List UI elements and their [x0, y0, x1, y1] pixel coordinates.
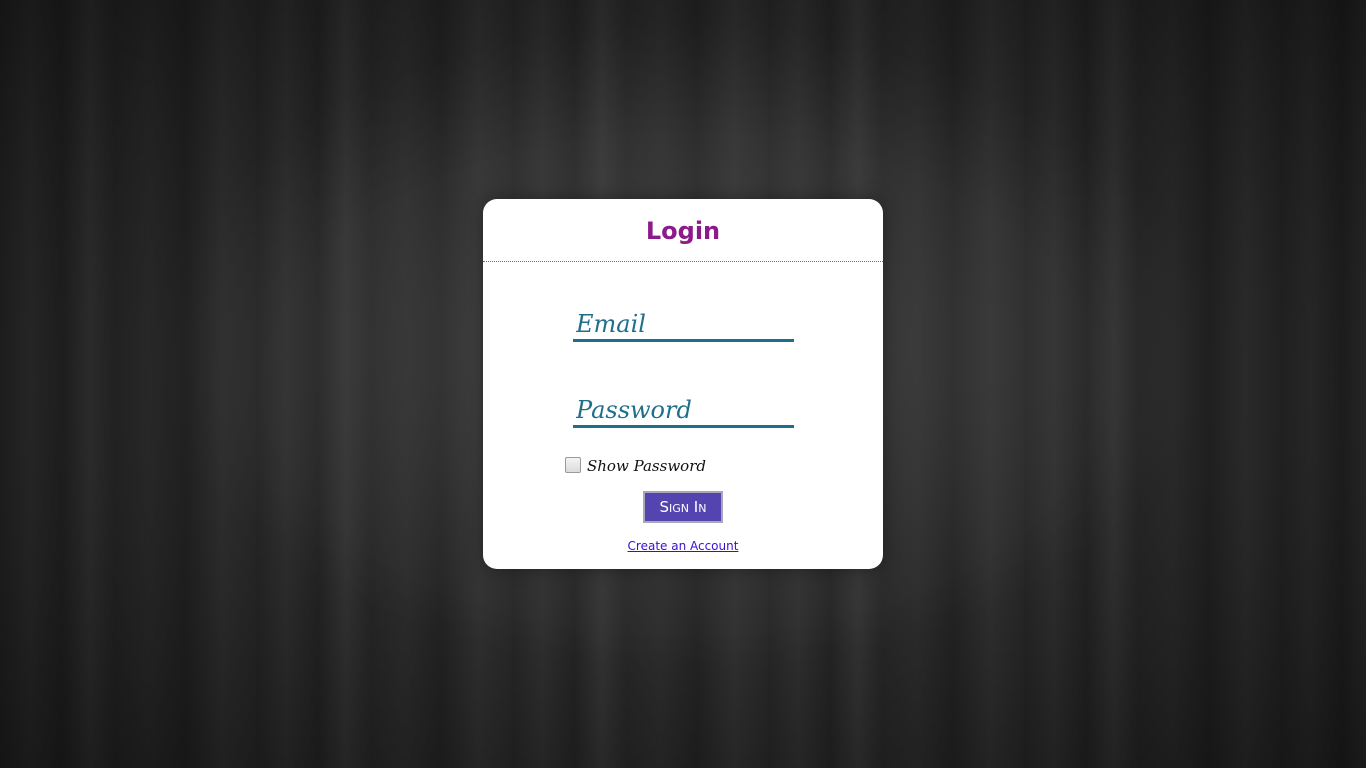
login-card: Login Show Password Sign In Create an Ac…: [483, 199, 883, 569]
show-password-row[interactable]: Show Password: [565, 454, 706, 475]
password-field[interactable]: [573, 394, 794, 428]
sign-in-button[interactable]: Sign In: [643, 491, 723, 523]
show-password-label[interactable]: Show Password: [587, 457, 706, 475]
checkbox-unchecked-icon[interactable]: [565, 456, 581, 473]
email-field[interactable]: [573, 308, 794, 342]
page-title: Login: [645, 217, 721, 245]
create-account-container: Create an Account: [483, 539, 883, 553]
create-account-link[interactable]: Create an Account: [628, 539, 739, 553]
login-header: Login: [483, 199, 883, 262]
